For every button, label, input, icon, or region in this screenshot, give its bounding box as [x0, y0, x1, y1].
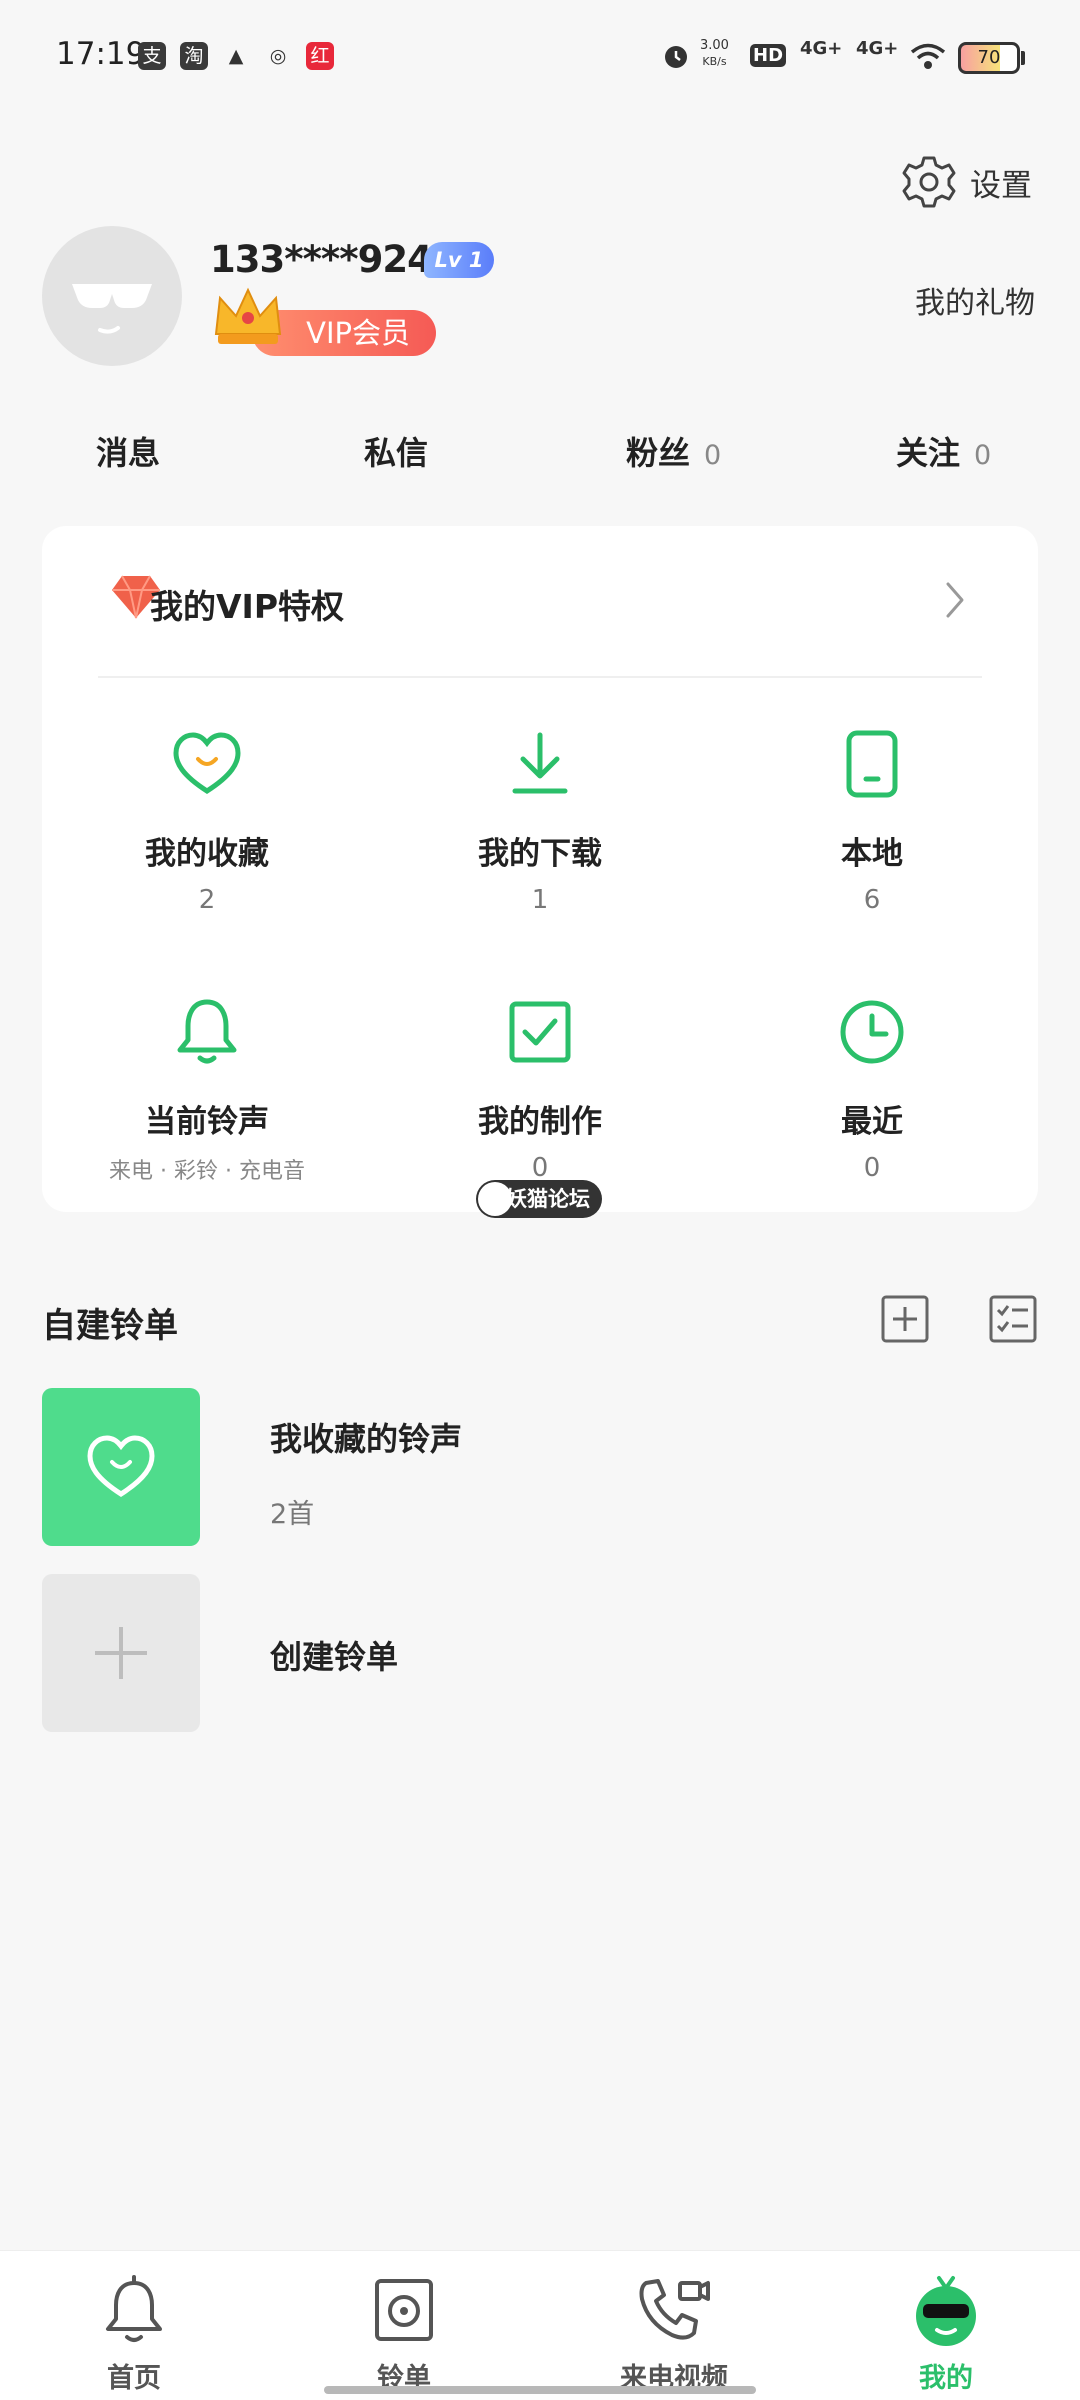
nav-home-label: 首页	[107, 2363, 161, 2394]
app-notification-icon: ◎	[269, 45, 287, 67]
my-creations-label: 我的制作	[478, 1104, 602, 1140]
nav-mine-label: 我的	[919, 2363, 973, 2394]
downloads-item[interactable]: 我的下载 1	[420, 724, 660, 915]
my-gifts-link[interactable]: 我的礼物	[915, 278, 1035, 322]
download-icon	[512, 732, 568, 794]
local-count: 6	[863, 885, 881, 915]
wifi-icon	[910, 43, 946, 69]
watermark-logo-icon	[478, 1182, 512, 1216]
net-speed: 3.00 KB/s	[700, 38, 729, 68]
mascot-icon	[916, 2276, 976, 2346]
status-time: 17:19	[56, 36, 146, 72]
create-playlist-item[interactable]: 创建铃单	[42, 1574, 1038, 1732]
battery-tip	[1021, 51, 1025, 65]
manage-playlists-button[interactable]	[988, 1294, 1038, 1344]
heart-icon	[87, 1435, 155, 1497]
level-badge: Lv 1	[424, 242, 494, 278]
speaker-icon	[375, 2279, 433, 2341]
stat-messages[interactable]: 消息	[96, 428, 174, 474]
current-ringtone-label: 当前铃声	[145, 1104, 269, 1140]
app-notification-icon: ▲	[228, 45, 244, 67]
nav-call-video[interactable]: 来电视频	[574, 2272, 774, 2395]
create-playlist-label: 创建铃单	[270, 1638, 399, 1676]
bell-icon	[106, 2275, 162, 2342]
favorites-item[interactable]: 我的收藏 2	[87, 724, 327, 915]
playlist-count: 2首	[270, 1499, 315, 1530]
nav-home[interactable]: 首页	[34, 2272, 234, 2395]
alipay-notification-icon: 支	[138, 42, 166, 70]
local-item[interactable]: 本地 6	[752, 724, 992, 915]
alarm-icon	[665, 46, 687, 68]
local-label: 本地	[841, 836, 903, 872]
checkbox-icon	[509, 1001, 571, 1063]
app-notification-icon: 红	[306, 42, 334, 70]
nav-playlists[interactable]: 铃单	[304, 2272, 504, 2395]
battery-indicator: 70	[958, 42, 1020, 74]
ringtone-types: 来电 · 彩铃 · 充电音	[109, 1159, 305, 1184]
nav-mine[interactable]: 我的	[846, 2272, 1046, 2395]
signal-4g-icon: 4G+	[800, 38, 843, 59]
divider	[98, 676, 982, 678]
crown-icon	[214, 287, 282, 344]
current-ringtone-item[interactable]: 当前铃声 来电 · 彩铃 · 充电音	[87, 992, 327, 1185]
recent-count: 0	[863, 1153, 881, 1183]
phone-icon	[846, 730, 898, 798]
taobao-notification-icon: 淘	[180, 42, 208, 70]
custom-playlists-title: 自建铃单	[42, 1306, 178, 1346]
my-creations-count: 0	[531, 1153, 549, 1183]
avatar[interactable]	[42, 226, 182, 366]
favorites-count: 2	[198, 885, 216, 915]
avatar-face-icon	[72, 284, 152, 334]
username: 133****9247	[210, 238, 458, 281]
plus-icon	[95, 1627, 147, 1679]
chevron-right-icon	[946, 582, 964, 618]
bell-icon	[177, 999, 237, 1064]
stat-fans[interactable]: 粉丝 0	[626, 428, 721, 474]
downloads-count: 1	[531, 885, 549, 915]
playlist-thumbnail	[42, 1388, 200, 1546]
vip-privileges-title: 我的VIP特权	[150, 587, 345, 626]
phone-video-icon	[639, 2279, 710, 2340]
stat-following[interactable]: 关注 0	[896, 428, 991, 474]
playlist-title: 我收藏的铃声	[270, 1420, 463, 1458]
status-bar: 17:19 支 淘 ▲ ◎ 红 3.00 KB/s HD 4G+ 4G+ 70	[0, 0, 1080, 110]
hd-voice-icon: HD	[750, 44, 787, 67]
recent-item[interactable]: 最近 0	[752, 992, 992, 1183]
favorites-label: 我的收藏	[145, 836, 269, 872]
recent-label: 最近	[841, 1104, 903, 1140]
playlist-item-favorites[interactable]: 我收藏的铃声 2首	[42, 1388, 1038, 1546]
heart-icon	[173, 732, 241, 794]
create-playlist-thumbnail	[42, 1574, 200, 1732]
gear-icon	[902, 156, 956, 208]
my-creations-item[interactable]: 我的制作 0	[420, 992, 660, 1183]
settings-label: 设置	[970, 167, 1032, 204]
clock-icon	[840, 1000, 904, 1064]
add-playlist-button[interactable]	[880, 1294, 930, 1344]
settings-button[interactable]: 设置	[900, 150, 1032, 214]
stat-private-messages[interactable]: 私信	[364, 428, 442, 474]
downloads-label: 我的下载	[478, 836, 602, 872]
signal-4g-icon: 4G+	[856, 38, 899, 59]
home-indicator[interactable]	[324, 2386, 756, 2394]
